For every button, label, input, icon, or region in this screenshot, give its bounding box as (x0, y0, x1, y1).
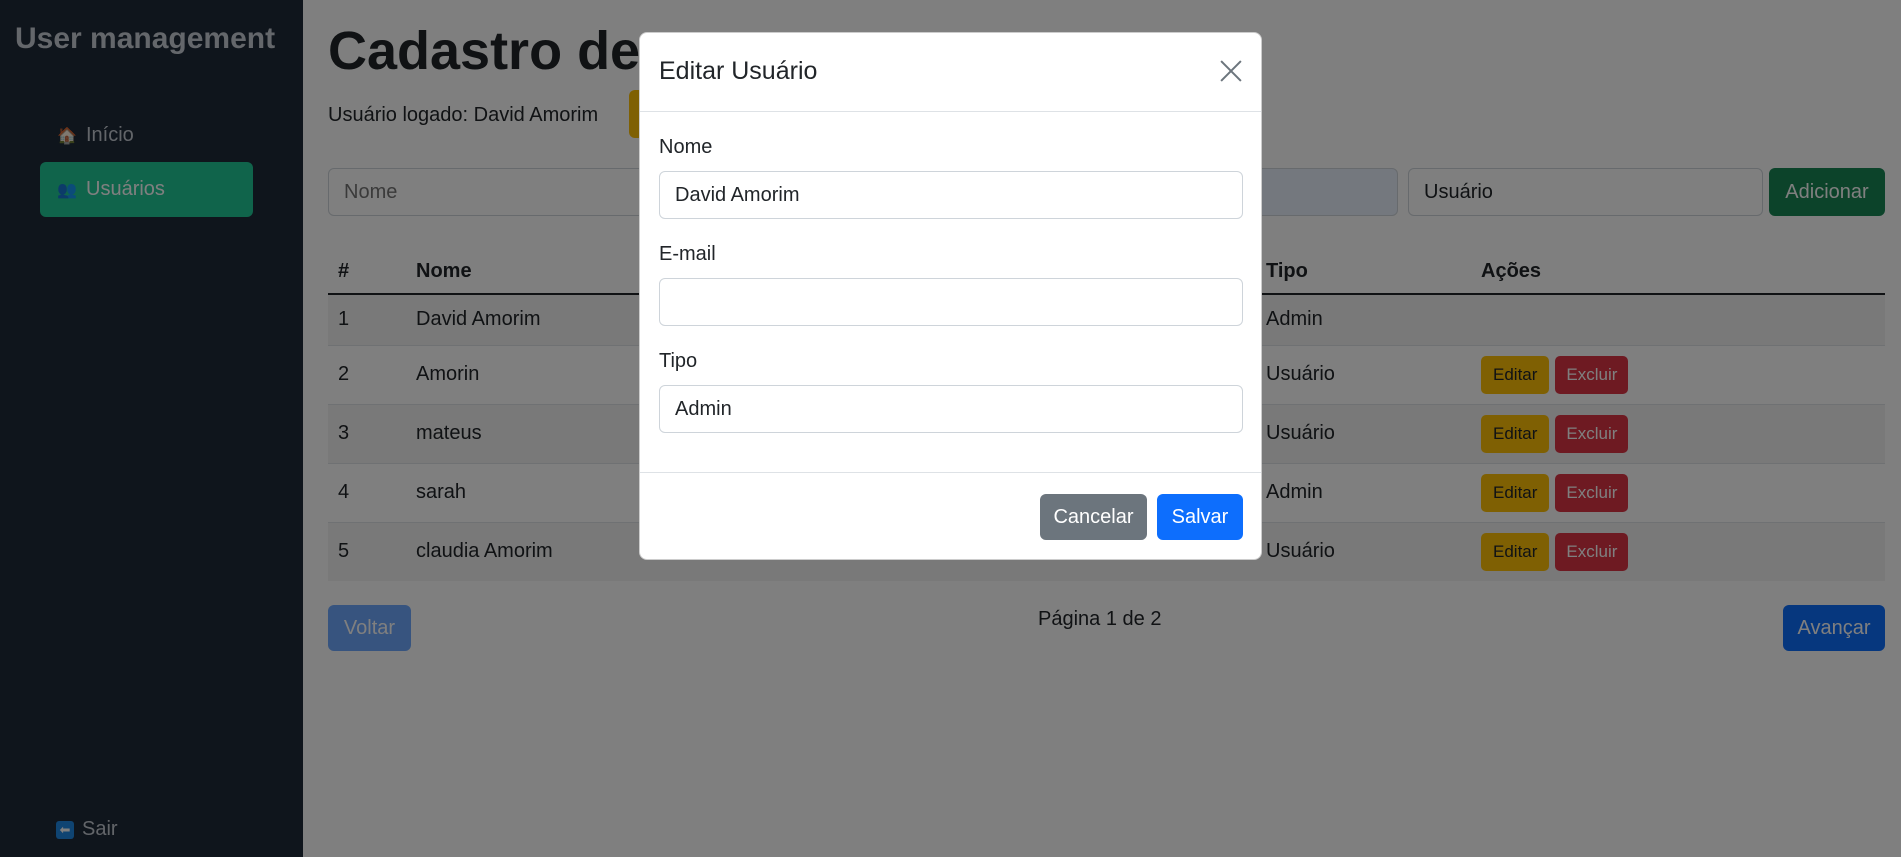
save-button[interactable]: Salvar (1157, 494, 1243, 540)
email-field[interactable] (659, 278, 1243, 326)
nome-field[interactable] (659, 171, 1243, 219)
nome-label: Nome (659, 136, 713, 158)
email-label: E-mail (659, 243, 716, 265)
close-icon[interactable] (1215, 55, 1247, 87)
modal-header: Editar Usuário (640, 33, 1261, 112)
tipo-label: Tipo (659, 350, 698, 372)
tipo-field[interactable] (659, 385, 1243, 433)
modal-footer: Cancelar Salvar (640, 472, 1261, 561)
cancel-button[interactable]: Cancelar (1040, 494, 1147, 540)
modal-title: Editar Usuário (659, 57, 818, 85)
edit-user-modal: Editar Usuário Nome E-mail Tipo Cancelar… (639, 32, 1262, 560)
